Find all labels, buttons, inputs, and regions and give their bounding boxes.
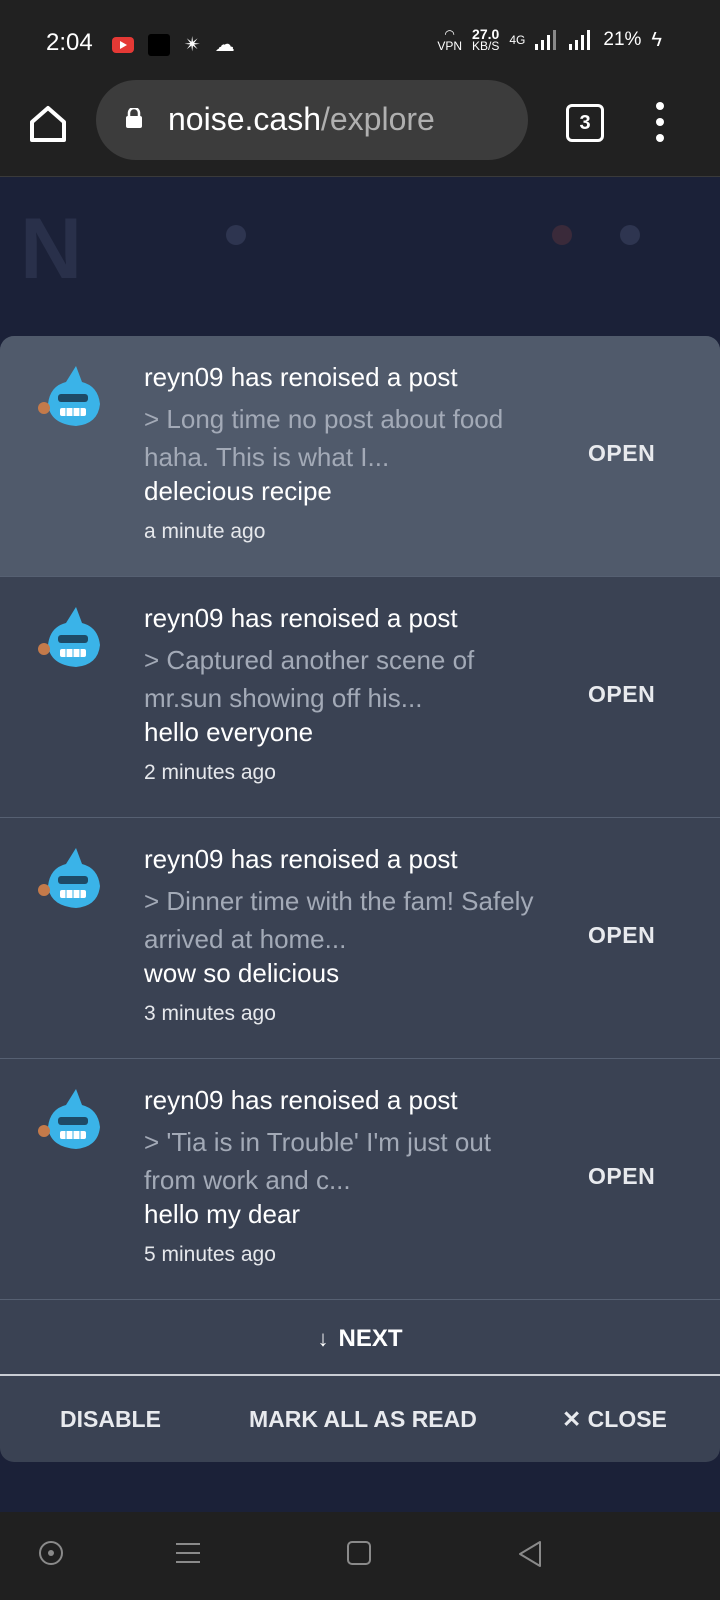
notification-time: a minute ago	[144, 520, 266, 543]
url-path: /explore	[320, 101, 435, 137]
status-bar: 2:04 ✴ ☁ ◠ VPN 27.0 KB/S 4G 21% ϟ	[0, 0, 720, 84]
background-decor	[620, 225, 640, 245]
mark-all-read-button[interactable]: MARK ALL AS READ	[249, 1406, 477, 1433]
recents-icon[interactable]	[174, 1540, 202, 1566]
close-button[interactable]: ✕ CLOSE	[562, 1406, 667, 1433]
charging-icon: ϟ	[651, 28, 662, 51]
notification-item[interactable]: reyn09 has renoised a post > Dinner time…	[0, 818, 720, 1059]
open-button[interactable]: OPEN	[588, 440, 655, 467]
background-decor	[552, 225, 572, 245]
background-decor	[226, 225, 246, 245]
open-button[interactable]: OPEN	[588, 1163, 655, 1190]
background-logo: N	[20, 201, 83, 297]
open-button[interactable]: OPEN	[588, 681, 655, 708]
next-label: NEXT	[338, 1325, 403, 1352]
lock-icon	[126, 108, 142, 128]
browser-toolbar: noise.cash/explore 3	[0, 80, 720, 177]
network-type: 4G	[509, 33, 526, 47]
battery-level: 21%	[603, 29, 642, 50]
notification-snippet: > 'Tia is in Trouble' I'm just out from …	[144, 1127, 492, 1195]
status-system-icons: ◠ VPN 27.0 KB/S 4G 21% ϟ	[437, 26, 662, 53]
notification-comment: hello my dear	[144, 1199, 301, 1229]
notification-item[interactable]: reyn09 has renoised a post > 'Tia is in …	[0, 1059, 720, 1300]
key-icon: ✴	[184, 34, 201, 56]
app-notification-icon	[148, 33, 170, 56]
notification-item[interactable]: reyn09 has renoised a post > Captured an…	[0, 577, 720, 818]
status-time: 2:04	[46, 29, 93, 56]
arrow-down-icon: ↓	[317, 1326, 329, 1351]
close-icon: ✕	[562, 1406, 582, 1432]
notification-snippet: > Dinner time with the fam! Safely arriv…	[144, 886, 534, 954]
back-icon[interactable]	[516, 1540, 544, 1568]
signal-icon	[535, 30, 557, 50]
notification-item[interactable]: reyn09 has renoised a post > Long time n…	[0, 336, 720, 577]
notification-time: 5 minutes ago	[144, 1243, 276, 1266]
open-button[interactable]: OPEN	[588, 922, 655, 949]
avatar	[38, 366, 100, 426]
panel-footer: DISABLE MARK ALL AS READ ✕ CLOSE	[0, 1376, 720, 1462]
network-speed: 27.0 KB/S	[472, 26, 500, 53]
disable-button[interactable]: DISABLE	[60, 1406, 161, 1433]
url-domain: noise.cash	[168, 101, 321, 137]
youtube-icon	[112, 36, 134, 53]
cloud-icon: ☁	[214, 34, 235, 56]
notification-title: reyn09 has renoised a post	[144, 603, 458, 633]
home-icon[interactable]	[24, 100, 72, 148]
status-notification-icons: ✴ ☁	[112, 32, 235, 57]
notification-title: reyn09 has renoised a post	[144, 844, 458, 874]
notification-time: 2 minutes ago	[144, 761, 276, 784]
notification-comment: wow so delicious	[144, 958, 340, 988]
more-options-icon[interactable]	[652, 102, 668, 142]
notification-comment: delecious recipe	[144, 476, 332, 506]
assistant-icon[interactable]	[38, 1540, 64, 1566]
notification-title: reyn09 has renoised a post	[144, 1085, 458, 1115]
system-nav-bar	[0, 1512, 720, 1600]
tab-switcher-button[interactable]: 3	[566, 104, 604, 142]
signal-icon-2	[569, 30, 591, 50]
avatar	[38, 607, 100, 667]
vpn-indicator: ◠ VPN	[437, 27, 462, 53]
home-nav-icon[interactable]	[346, 1540, 372, 1566]
avatar	[38, 1089, 100, 1149]
notification-title: reyn09 has renoised a post	[144, 362, 458, 392]
notification-time: 3 minutes ago	[144, 1002, 276, 1025]
notification-panel: reyn09 has renoised a post > Long time n…	[0, 336, 720, 1462]
next-button[interactable]: ↓ NEXT	[0, 1304, 720, 1376]
notification-snippet: > Captured another scene of mr.sun showi…	[144, 645, 475, 713]
avatar	[38, 848, 100, 908]
notification-comment: hello everyone	[144, 717, 314, 747]
address-bar[interactable]: noise.cash/explore	[96, 80, 528, 160]
close-label: CLOSE	[587, 1406, 667, 1432]
url-text: noise.cash/explore	[168, 101, 435, 138]
notification-snippet: > Long time no post about food haha. Thi…	[144, 404, 504, 472]
